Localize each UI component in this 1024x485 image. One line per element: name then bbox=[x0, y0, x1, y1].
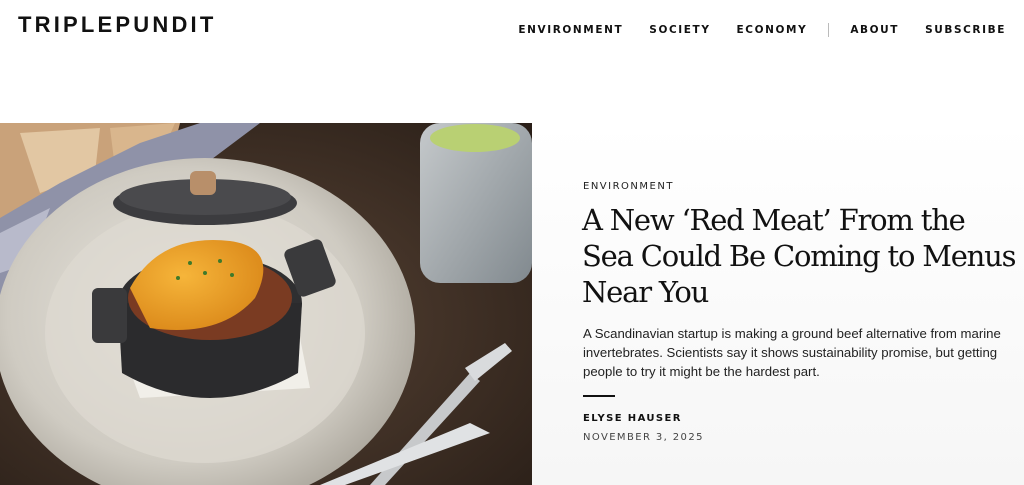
site-header: TRIPLEPUNDIT ENVIRONMENT SOCIETY ECONOMY… bbox=[0, 0, 1024, 60]
food-photo bbox=[0, 123, 532, 485]
nav-economy[interactable]: ECONOMY bbox=[737, 24, 808, 36]
nav-about[interactable]: ABOUT bbox=[850, 24, 899, 36]
nav-subscribe[interactable]: SUBSCRIBE bbox=[925, 24, 1006, 36]
article-title[interactable]: A New ‘Red Meat’ From the Sea Could Be C… bbox=[582, 202, 1018, 310]
nav-environment[interactable]: ENVIRONMENT bbox=[518, 24, 623, 36]
nav-society[interactable]: SOCIETY bbox=[649, 24, 710, 36]
featured-image[interactable] bbox=[0, 123, 532, 485]
featured-article: ENVIRONMENT A New ‘Red Meat’ From the Se… bbox=[532, 123, 1024, 485]
article-summary: A Scandinavian startup is making a groun… bbox=[583, 326, 1001, 379]
site-logo[interactable]: TRIPLEPUNDIT bbox=[18, 12, 217, 38]
divider bbox=[583, 395, 615, 397]
main-nav: ENVIRONMENT SOCIETY ECONOMY ABOUT SUBSCR… bbox=[518, 23, 1006, 37]
article-date: NOVEMBER 3, 2025 bbox=[583, 432, 704, 443]
article-author[interactable]: ELYSE HAUSER bbox=[583, 413, 682, 424]
article-category[interactable]: ENVIRONMENT bbox=[583, 181, 674, 192]
nav-divider bbox=[828, 23, 830, 37]
